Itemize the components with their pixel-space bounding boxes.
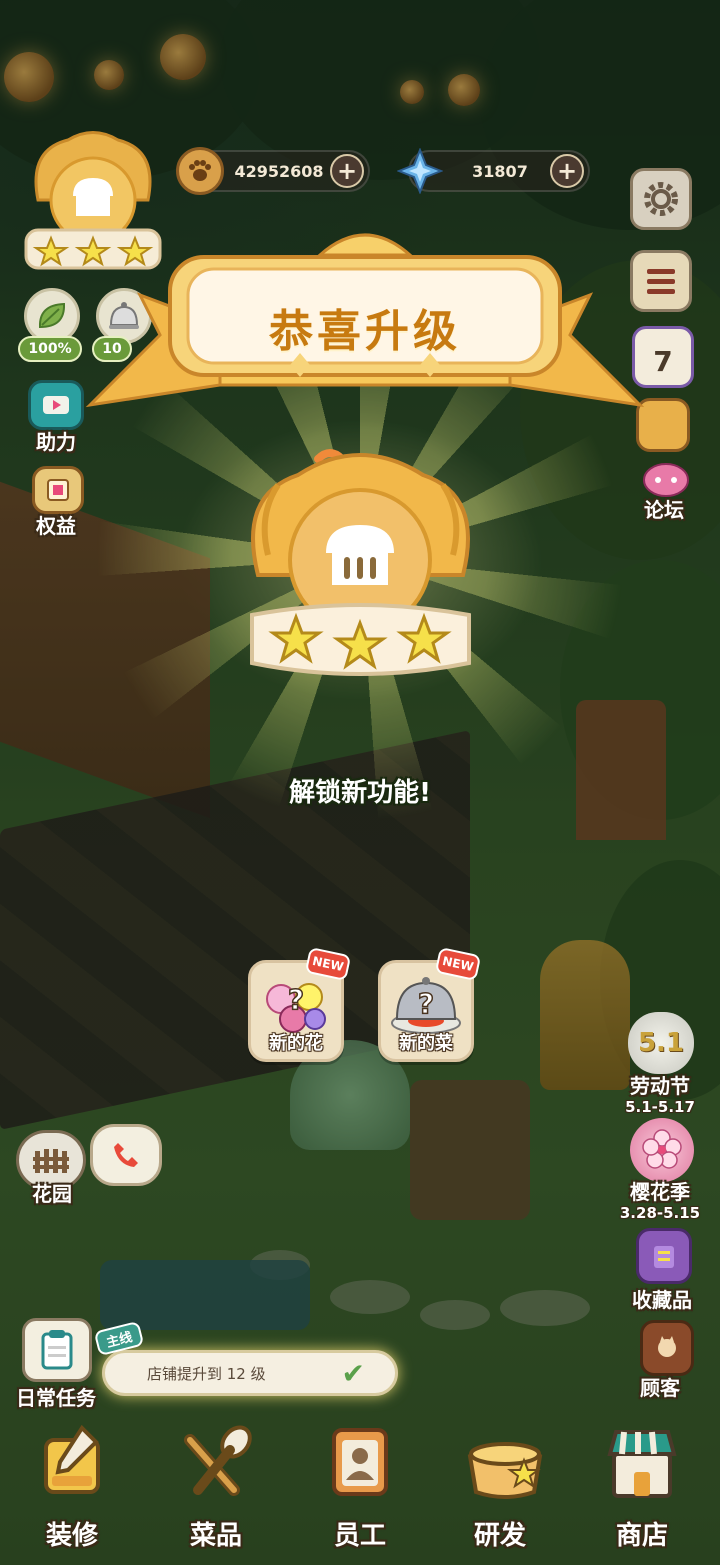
svg-text:?: ? bbox=[288, 983, 304, 1016]
sakura-season-label[interactable]: 樱花季 bbox=[620, 1176, 700, 1205]
new-dish-label: 新的菜 bbox=[399, 1033, 453, 1054]
customers-label[interactable]: 顾客 bbox=[630, 1372, 690, 1401]
shop-level-big-badge bbox=[238, 445, 483, 695]
unlock-card-new-flower[interactable]: NEW ? 新的花 bbox=[248, 946, 352, 1062]
unlock-new-feature-text: 解锁新功能! bbox=[289, 778, 431, 808]
fork-spoon-icon bbox=[184, 1425, 252, 1496]
sakura-season-icon[interactable] bbox=[630, 1118, 694, 1182]
nav-decorate-label: 装修 bbox=[45, 1521, 98, 1551]
diamond-amount: 31807 bbox=[472, 161, 528, 181]
add-diamonds-button[interactable]: + bbox=[550, 154, 584, 188]
nav-shop[interactable]: 商店 bbox=[592, 1420, 692, 1560]
benefits-icon[interactable] bbox=[32, 466, 84, 514]
level-up-title: 恭喜升级 bbox=[269, 306, 461, 357]
customers-book-icon[interactable] bbox=[640, 1320, 694, 1376]
phone-call-icon[interactable] bbox=[90, 1124, 162, 1186]
nav-research[interactable]: 研发 bbox=[450, 1420, 550, 1560]
nav-shop-label: 商店 bbox=[615, 1521, 668, 1551]
collection-icon[interactable] bbox=[636, 1228, 692, 1284]
benefits-label[interactable]: 权益 bbox=[30, 510, 82, 539]
nav-staff-label: 员工 bbox=[333, 1521, 386, 1551]
add-paw-coins-button[interactable]: + bbox=[330, 154, 364, 188]
new-flower-label: 新的花 bbox=[269, 1033, 323, 1054]
forum-icon[interactable] bbox=[638, 458, 694, 498]
unlock-card-new-dish[interactable]: NEW ? 新的菜 bbox=[378, 946, 482, 1062]
gear-icon bbox=[644, 182, 678, 216]
paw-coin-amount: 42952608 bbox=[234, 161, 324, 181]
labor-day-event-icon[interactable]: 5.1 bbox=[628, 1012, 694, 1074]
nav-research-label: 研发 bbox=[473, 1521, 526, 1551]
daily-tasks-label[interactable]: 日常任务 bbox=[4, 1382, 108, 1411]
paint-bucket-icon bbox=[44, 1424, 100, 1494]
paw-coin-icon bbox=[176, 147, 224, 195]
quest-complete-check-icon: ✔ bbox=[341, 1357, 365, 1390]
nav-decorate[interactable]: 装修 bbox=[22, 1420, 122, 1560]
svg-text:?: ? bbox=[418, 987, 434, 1020]
main-quest-bar[interactable]: 店铺提升到 12 级 ✔ bbox=[102, 1350, 398, 1396]
main-quest-text: 店铺提升到 12 级 bbox=[147, 1364, 266, 1383]
staff-card-icon bbox=[332, 1428, 388, 1496]
garden-label[interactable]: 花园 bbox=[24, 1178, 80, 1207]
level-up-banner: 恭喜升级 bbox=[70, 215, 660, 455]
daily-tasks-clipboard-icon[interactable] bbox=[22, 1318, 92, 1382]
nav-dishes[interactable]: 菜品 bbox=[166, 1420, 266, 1560]
nav-staff[interactable]: 员工 bbox=[310, 1420, 410, 1560]
sakura-season-date: 3.28-5.15 bbox=[619, 1204, 701, 1222]
sakura-flower-icon bbox=[642, 1129, 682, 1169]
collection-label[interactable]: 收藏品 bbox=[622, 1284, 702, 1313]
cooking-pot-icon bbox=[467, 1442, 543, 1499]
labor-day-icon-text: 5.1 bbox=[637, 1028, 685, 1058]
labor-day-date: 5.1-5.17 bbox=[625, 1098, 695, 1116]
forum-label[interactable]: 论坛 bbox=[634, 494, 694, 523]
labor-day-label[interactable]: 劳动节 bbox=[620, 1070, 700, 1099]
diamond-icon bbox=[396, 147, 444, 195]
nav-dishes-label: 菜品 bbox=[189, 1521, 242, 1551]
shop-storefront-icon bbox=[607, 1430, 677, 1498]
